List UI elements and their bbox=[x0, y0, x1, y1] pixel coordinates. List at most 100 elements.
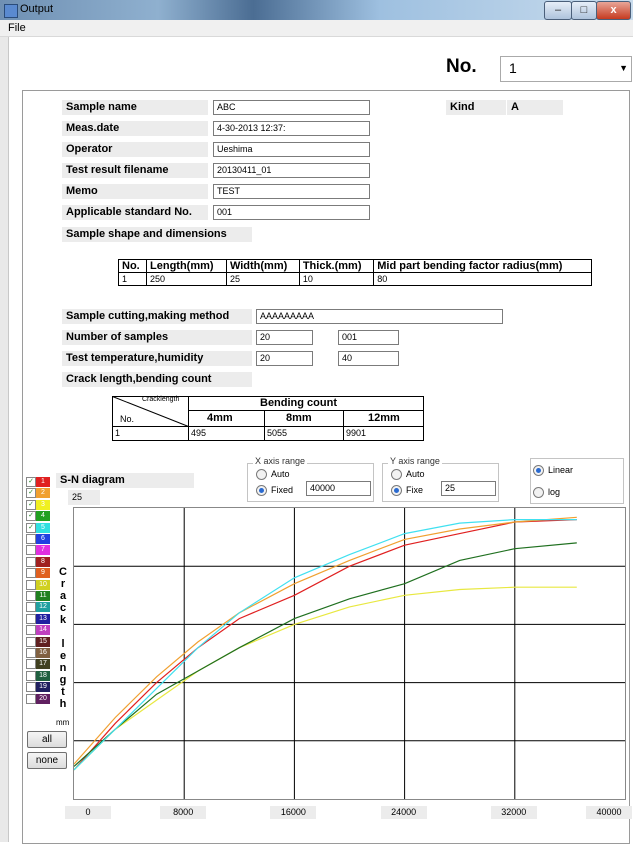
all-button[interactable]: all bbox=[27, 731, 67, 748]
series-item[interactable]: ✓ 5 bbox=[26, 522, 58, 533]
num-samples-field[interactable]: 20 bbox=[256, 330, 313, 345]
test-result-filename-field[interactable]: 20130411_01 bbox=[213, 163, 370, 178]
series-item[interactable]: 19 bbox=[26, 682, 58, 693]
dim-header-length: Length(mm) bbox=[146, 259, 227, 273]
series-item[interactable]: 6 bbox=[26, 534, 58, 544]
log-label[interactable]: log bbox=[548, 487, 560, 497]
series-item[interactable]: 13 bbox=[26, 613, 58, 624]
dim-cell-width[interactable]: 25 bbox=[225, 272, 300, 286]
meas-date-field[interactable]: 4-30-2013 12:37: bbox=[213, 121, 370, 136]
series-item[interactable]: 9 bbox=[26, 568, 58, 579]
x-tick-label: 16000 bbox=[270, 806, 317, 819]
series-item[interactable]: ✓ 2 bbox=[26, 488, 58, 499]
linear-radio[interactable] bbox=[533, 465, 544, 476]
series-checkbox[interactable] bbox=[26, 613, 36, 624]
y-range-input[interactable]: 25 bbox=[441, 481, 496, 496]
series-checkbox[interactable] bbox=[26, 693, 36, 704]
applicable-standard-field[interactable]: 001 bbox=[213, 205, 370, 220]
series-checkbox[interactable] bbox=[26, 636, 36, 647]
bending-group-header: Bending count bbox=[260, 397, 337, 409]
dim-cell-radius[interactable]: 80 bbox=[373, 272, 592, 286]
series-checkbox[interactable]: ✓ bbox=[26, 522, 36, 533]
meas-date-label: Meas.date bbox=[62, 121, 208, 136]
series-checkbox[interactable] bbox=[26, 659, 36, 670]
series-item[interactable]: 17 bbox=[26, 659, 58, 670]
bending-cell-4mm[interactable]: 495 bbox=[191, 428, 206, 438]
series-checkbox[interactable] bbox=[26, 534, 36, 544]
series-item[interactable]: ✓ 1 bbox=[26, 477, 58, 487]
operator-field[interactable]: Ueshima bbox=[213, 142, 370, 157]
cutting-field[interactable]: AAAAAAAAA bbox=[256, 309, 503, 324]
series-line bbox=[73, 516, 577, 765]
x-range-input[interactable]: 40000 bbox=[306, 481, 371, 496]
series-item[interactable]: 7 bbox=[26, 545, 58, 556]
series-checkbox[interactable] bbox=[26, 591, 36, 601]
series-item[interactable]: 11 bbox=[26, 591, 58, 601]
num-samples-field-2[interactable]: 001 bbox=[338, 330, 399, 345]
axis-label-letter: c bbox=[59, 602, 67, 614]
series-item[interactable]: 18 bbox=[26, 670, 58, 681]
bending-cell-8mm[interactable]: 5055 bbox=[267, 428, 287, 438]
series-swatch: 2 bbox=[36, 488, 50, 499]
close-icon[interactable]: x bbox=[596, 1, 631, 20]
dim-cell-thick[interactable]: 10 bbox=[298, 272, 375, 286]
no-selector[interactable]: 1 ▼ bbox=[500, 56, 632, 82]
series-item[interactable]: 8 bbox=[26, 556, 58, 567]
series-item[interactable]: ✓ 4 bbox=[26, 511, 58, 522]
series-checkbox[interactable]: ✓ bbox=[26, 511, 36, 522]
kind-value: A bbox=[507, 100, 563, 115]
series-checkbox[interactable] bbox=[26, 625, 36, 636]
x-auto-radio[interactable] bbox=[256, 469, 267, 480]
axis-label-letter: e bbox=[59, 650, 67, 662]
series-checkbox[interactable]: ✓ bbox=[26, 488, 36, 499]
bending-table: Cracklength No. Bending count 4mm 8mm 12… bbox=[112, 396, 424, 441]
x-fixed-label[interactable]: Fixed bbox=[271, 485, 293, 495]
minimize-icon[interactable]: – bbox=[544, 1, 572, 20]
series-item[interactable]: 10 bbox=[26, 579, 58, 590]
series-item[interactable]: 16 bbox=[26, 648, 58, 658]
dim-cell-length[interactable]: 250 bbox=[146, 272, 227, 286]
series-item[interactable]: 20 bbox=[26, 693, 58, 704]
series-swatch: 1 bbox=[36, 477, 50, 487]
dim-cell-no[interactable]: 1 bbox=[117, 272, 148, 286]
series-item[interactable]: 15 bbox=[26, 636, 58, 647]
y-auto-label[interactable]: Auto bbox=[406, 469, 425, 479]
bending-cell-no[interactable]: 1 bbox=[115, 428, 120, 438]
y-fixe-label[interactable]: Fixe bbox=[406, 485, 423, 495]
chevron-down-icon[interactable]: ▼ bbox=[619, 63, 628, 73]
humidity-field[interactable]: 40 bbox=[338, 351, 399, 366]
axis-label-letter: r bbox=[60, 578, 66, 590]
series-checkbox[interactable] bbox=[26, 648, 36, 658]
none-button[interactable]: none bbox=[27, 752, 67, 769]
series-checkbox[interactable] bbox=[26, 670, 36, 681]
sample-name-field[interactable]: ABC bbox=[213, 100, 370, 115]
series-checkbox[interactable] bbox=[26, 556, 36, 567]
log-radio[interactable] bbox=[533, 487, 544, 498]
axis-label-letter: t bbox=[61, 686, 65, 698]
x-fixed-radio[interactable] bbox=[256, 485, 267, 496]
series-checkbox[interactable] bbox=[26, 602, 36, 613]
maximize-icon[interactable]: □ bbox=[571, 1, 597, 20]
series-swatch: 19 bbox=[36, 682, 50, 693]
series-item[interactable]: ✓ 3 bbox=[26, 499, 58, 510]
y-auto-radio[interactable] bbox=[391, 469, 402, 480]
menu-file[interactable]: File bbox=[8, 22, 26, 34]
series-checkbox[interactable]: ✓ bbox=[26, 477, 36, 487]
temperature-field[interactable]: 20 bbox=[256, 351, 313, 366]
linear-label[interactable]: Linear bbox=[548, 465, 573, 475]
series-checkbox[interactable] bbox=[26, 579, 36, 590]
series-checkbox[interactable]: ✓ bbox=[26, 499, 36, 510]
y-fixe-radio[interactable] bbox=[391, 485, 402, 496]
series-item[interactable]: 14 bbox=[26, 625, 58, 636]
cutting-label: Sample cutting,making method bbox=[62, 309, 252, 324]
memo-field[interactable]: TEST bbox=[213, 184, 370, 199]
dim-header-width: Width(mm) bbox=[225, 259, 300, 273]
series-checkbox[interactable] bbox=[26, 568, 36, 579]
x-auto-label[interactable]: Auto bbox=[271, 469, 290, 479]
series-checkbox[interactable] bbox=[26, 545, 36, 556]
bending-cell-12mm[interactable]: 9901 bbox=[346, 428, 366, 438]
window-title: Output bbox=[20, 3, 54, 15]
series-checkbox[interactable] bbox=[26, 682, 36, 693]
axis-label-letter: g bbox=[59, 674, 67, 686]
series-item[interactable]: 12 bbox=[26, 602, 58, 613]
